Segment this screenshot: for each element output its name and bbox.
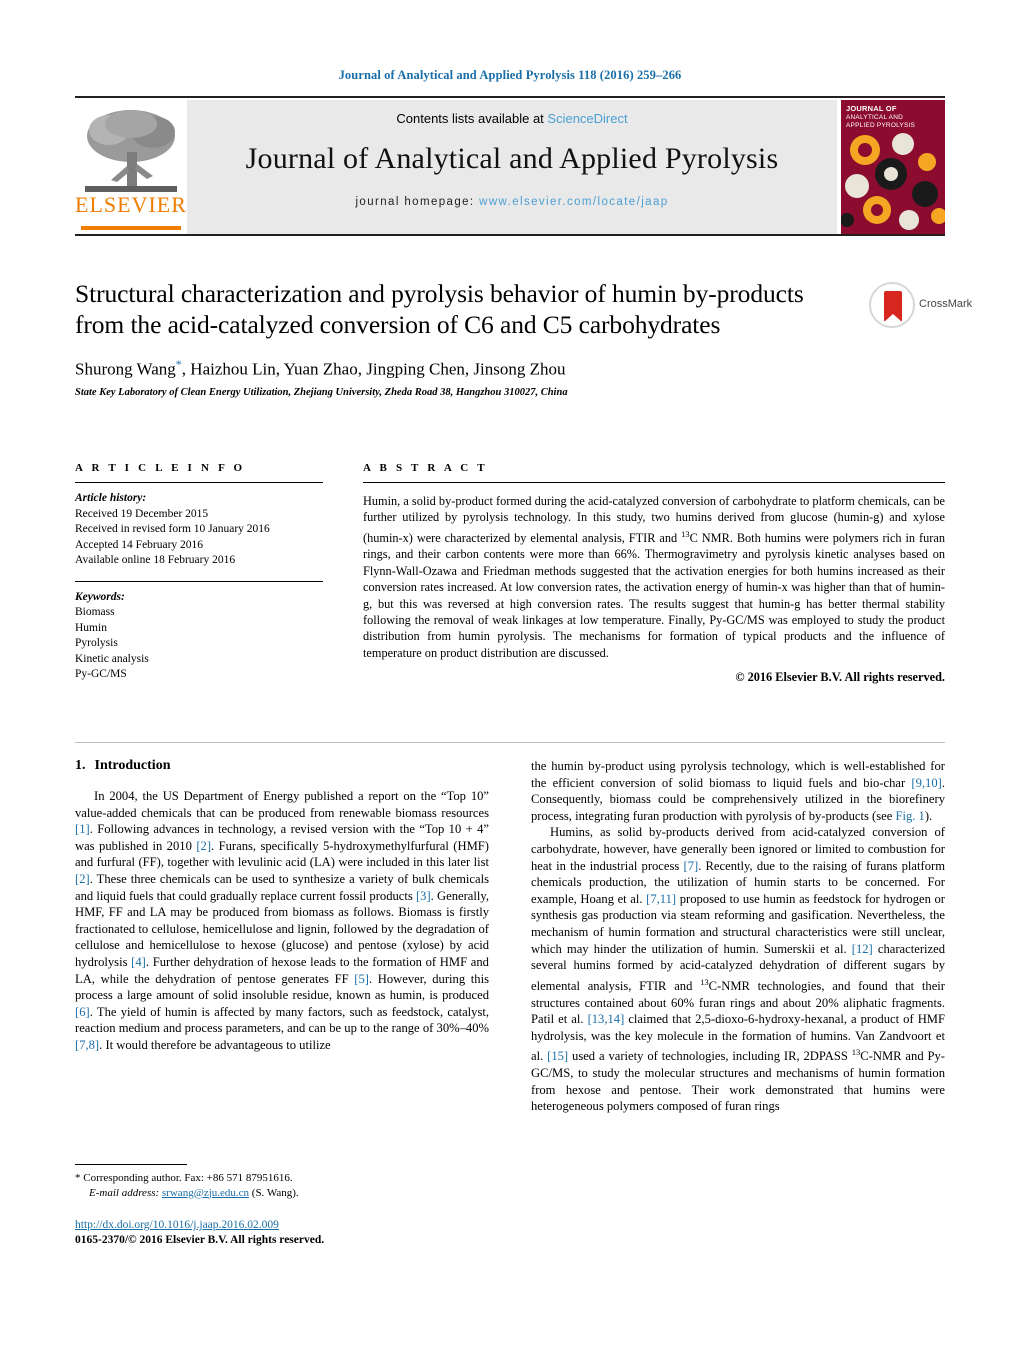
crossmark-badge-group[interactable]: CrossMark bbox=[869, 282, 972, 334]
footnote-line-2: E-mail address: srwang@zju.edu.cn (S. Wa… bbox=[75, 1186, 489, 1201]
keyword-item: Kinetic analysis bbox=[75, 652, 149, 665]
footnote-line-1: * Corresponding author. Fax: +86 571 879… bbox=[75, 1171, 489, 1186]
superscript-13: 13 bbox=[700, 976, 709, 987]
corresponding-author-footnote: * Corresponding author. Fax: +86 571 879… bbox=[75, 1164, 489, 1200]
body-column-right: the humin by-product using pyrolysis tec… bbox=[531, 758, 945, 1115]
citation-ref[interactable]: [9,10] bbox=[911, 776, 941, 790]
intro-text: ). bbox=[924, 808, 933, 823]
cover-title-text: JOURNAL OF ANALYTICAL AND APPLIED PYROLY… bbox=[846, 105, 940, 130]
doi-block: http://dx.doi.org/10.1016/j.jaap.2016.02… bbox=[75, 1218, 489, 1248]
history-item: Received 19 December 2015 bbox=[75, 507, 209, 520]
keyword-item: Biomass bbox=[75, 606, 115, 618]
author-primary: Shurong Wang bbox=[75, 359, 176, 379]
citation-ref[interactable]: [2] bbox=[75, 872, 90, 886]
history-item: Accepted 14 February 2016 bbox=[75, 538, 204, 551]
footnote-corresponding: Corresponding author. Fax: +86 571 87951… bbox=[80, 1172, 293, 1184]
crossmark-label: CrossMark bbox=[919, 298, 973, 310]
citation-ref[interactable]: [5] bbox=[354, 972, 369, 986]
journal-title: Journal of Analytical and Applied Pyroly… bbox=[245, 142, 779, 175]
body-divider bbox=[75, 742, 945, 743]
email-link[interactable]: srwang@zju.edu.cn bbox=[162, 1187, 249, 1199]
section-heading-introduction: 1. Introduction bbox=[75, 758, 489, 774]
abstract-heading: A B S T R A C T bbox=[363, 462, 488, 474]
citation-ref[interactable]: [4] bbox=[131, 955, 146, 969]
cover-artwork bbox=[841, 128, 945, 234]
elsevier-tree-icon bbox=[83, 106, 179, 198]
issn-copyright-line: 0165-2370/© 2016 Elsevier B.V. All right… bbox=[75, 1234, 325, 1246]
keywords-label: Keywords: bbox=[75, 590, 125, 603]
citation-ref[interactable]: [15] bbox=[547, 1049, 568, 1063]
citation-ref[interactable]: [13,14] bbox=[588, 1012, 625, 1026]
abstract-part-2: C NMR. Both humins were polymers rich in… bbox=[363, 530, 945, 660]
intro-paragraph-2: Humins, as solid by-products derived fro… bbox=[531, 824, 945, 1114]
article-info-heading: A R T I C L E I N F O bbox=[75, 462, 246, 474]
section-number: 1. bbox=[75, 758, 86, 773]
crossmark-notch-shape bbox=[884, 314, 902, 322]
email-label: E-mail address: bbox=[89, 1186, 160, 1199]
keyword-item: Py-GC/MS bbox=[75, 668, 127, 680]
paper-page: Journal of Analytical and Applied Pyroly… bbox=[0, 0, 1020, 1351]
authors-rest: , Haizhou Lin, Yuan Zhao, Jingping Chen,… bbox=[181, 359, 566, 379]
section-title: Introduction bbox=[94, 758, 171, 773]
keyword-item: Pyrolysis bbox=[75, 637, 118, 649]
page-title: Structural characterization and pyrolysi… bbox=[75, 279, 804, 339]
title-block: Structural characterization and pyrolysi… bbox=[75, 278, 835, 398]
intro-text: the humin by-product using pyrolysis tec… bbox=[531, 759, 945, 790]
superscript-13: 13 bbox=[851, 1047, 861, 1058]
elsevier-underline bbox=[81, 226, 181, 230]
article-info-rule bbox=[75, 482, 323, 483]
running-head-citation: Journal of Analytical and Applied Pyroly… bbox=[338, 68, 682, 82]
body-column-left: 1. Introduction In 2004, the US Departmen… bbox=[75, 758, 489, 1054]
article-info-column: A R T I C L E I N F O Article history: R… bbox=[75, 462, 323, 683]
citation-ref[interactable]: [12] bbox=[852, 942, 873, 956]
history-item: Available online 18 February 2016 bbox=[75, 554, 236, 566]
contents-available-line: Contents lists available at ScienceDirec… bbox=[187, 100, 837, 126]
article-history-group: Article history: Received 19 December 20… bbox=[75, 491, 323, 569]
citation-ref[interactable]: [2] bbox=[196, 839, 211, 853]
intro-paragraph-1: In 2004, the US Department of Energy pub… bbox=[75, 788, 489, 1054]
affiliation: State Key Laboratory of Clean Energy Uti… bbox=[75, 386, 568, 398]
crossmark-icon bbox=[869, 282, 915, 328]
cover-line-2: ANALYTICAL AND bbox=[846, 114, 903, 121]
elsevier-logo: ELSEVIER bbox=[75, 100, 187, 236]
citation-ref[interactable]: [6] bbox=[75, 1005, 90, 1019]
history-item: Received in revised form 10 January 2016 bbox=[75, 523, 270, 535]
article-history-label: Article history: bbox=[75, 492, 147, 504]
intro-text: In 2004, the US Department of Energy pub… bbox=[75, 789, 489, 820]
citation-ref[interactable]: [7,11] bbox=[646, 892, 676, 906]
abstract-rule bbox=[363, 482, 945, 483]
journal-band: Contents lists available at ScienceDirec… bbox=[187, 100, 837, 234]
article-info-separator bbox=[75, 580, 323, 582]
intro-text: . It would therefore be advantageous to … bbox=[99, 1037, 331, 1052]
doi-link[interactable]: http://dx.doi.org/10.1016/j.jaap.2016.02… bbox=[75, 1219, 279, 1231]
journal-masthead: ELSEVIER Contents lists available at Sci… bbox=[75, 96, 945, 236]
abstract-text: Humin, a solid by-product formed during … bbox=[363, 493, 945, 661]
citation-ref[interactable]: [7] bbox=[684, 859, 699, 873]
keyword-item: Humin bbox=[75, 621, 107, 634]
elsevier-wordmark: ELSEVIER bbox=[75, 192, 187, 217]
journal-homepage-line: journal homepage: www.elsevier.com/locat… bbox=[187, 196, 837, 208]
abstract-column: A B S T R A C T Humin, a solid by-produc… bbox=[363, 462, 945, 685]
figure-ref[interactable]: Fig. 1 bbox=[895, 809, 924, 823]
sciencedirect-link[interactable]: ScienceDirect bbox=[547, 111, 627, 126]
abstract-copyright: © 2016 Elsevier B.V. All rights reserved… bbox=[735, 670, 945, 685]
footnote-rule bbox=[75, 1164, 187, 1165]
abstract-superscript-13: 13 bbox=[681, 528, 690, 539]
citation-ref[interactable]: [7,8] bbox=[75, 1038, 99, 1052]
email-suffix: (S. Wang). bbox=[249, 1186, 299, 1199]
citation-ref[interactable]: [3] bbox=[416, 889, 431, 903]
cover-line-1: JOURNAL OF bbox=[846, 104, 897, 113]
journal-cover-thumbnail: JOURNAL OF ANALYTICAL AND APPLIED PYROLY… bbox=[840, 100, 945, 234]
homepage-label: journal homepage: bbox=[355, 196, 475, 208]
intro-text: . The yield of humin is affected by many… bbox=[75, 1004, 489, 1036]
contents-prefix: Contents lists available at bbox=[396, 111, 548, 126]
citation-ref[interactable]: [1] bbox=[75, 822, 90, 836]
intro-text: used a variety of technologies, includin… bbox=[568, 1049, 852, 1064]
keywords-group: Keywords: Biomass Humin Pyrolysis Kineti… bbox=[75, 590, 323, 683]
homepage-url-link[interactable]: www.elsevier.com/locate/jaap bbox=[479, 196, 668, 208]
intro-paragraph-1-continued: the humin by-product using pyrolysis tec… bbox=[531, 758, 945, 824]
author-list: Shurong Wang*, Haizhou Lin, Yuan Zhao, J… bbox=[75, 357, 835, 380]
